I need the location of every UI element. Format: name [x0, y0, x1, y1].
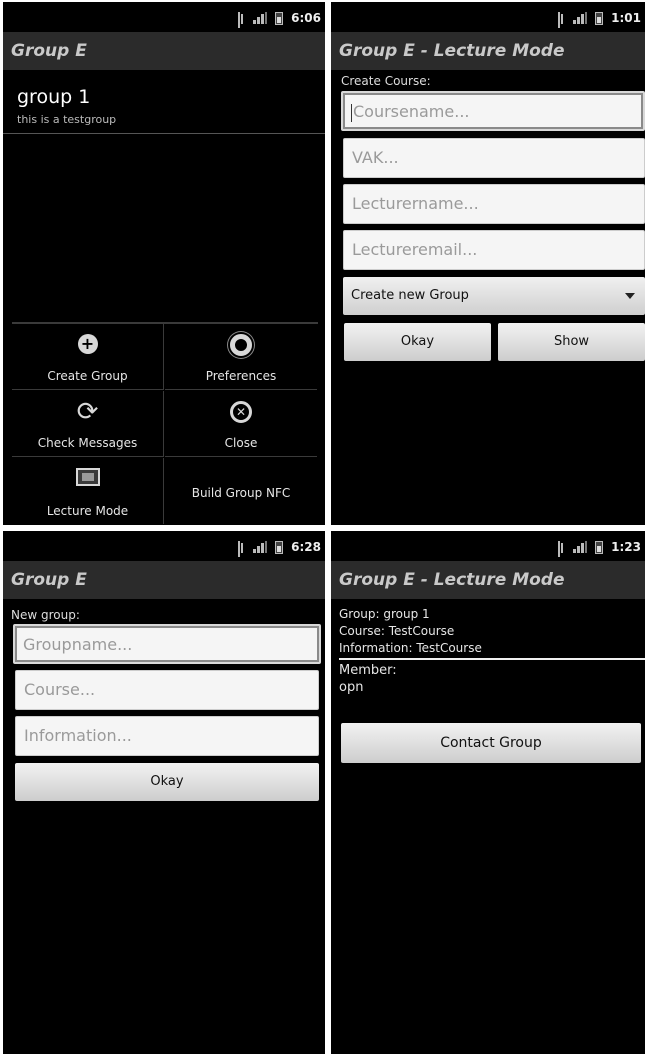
lectureremail-input[interactable]: Lectureremail... — [343, 230, 645, 270]
close-circle-icon: ✕ — [230, 401, 252, 423]
menu-item-label: Close — [224, 436, 258, 450]
okay-button[interactable]: Okay — [344, 323, 491, 361]
section-label: New group: — [11, 608, 80, 622]
app-title: Group E — [11, 570, 87, 590]
battery-icon — [275, 11, 284, 25]
group-info: Group: group 1 — [339, 607, 430, 621]
contact-group-button[interactable]: Contact Group — [341, 723, 641, 763]
groupname-input[interactable]: Groupname... — [13, 624, 321, 664]
usb-icon — [557, 12, 565, 24]
group-select[interactable]: Create new Group — [343, 277, 645, 315]
menu-item-label: Build Group NFC — [191, 486, 291, 500]
information-info: Information: TestCourse — [339, 641, 482, 655]
vak-input[interactable]: VAK... — [343, 138, 645, 178]
dropdown-arrow-icon — [625, 293, 635, 299]
menu-item-close[interactable]: ✕ Close — [165, 391, 317, 457]
signal-icon — [253, 541, 268, 553]
picture-icon — [75, 468, 100, 486]
battery-icon — [595, 11, 604, 25]
status-bar: 6:28 — [3, 531, 325, 559]
usb-icon — [557, 541, 565, 553]
gear-icon — [230, 334, 252, 356]
group-select-value: Create new Group — [351, 288, 469, 303]
app-title: Group E - Lecture Mode — [339, 41, 565, 61]
add-circle-icon: + — [77, 334, 98, 354]
menu-item-create-group[interactable]: + Create Group — [12, 324, 164, 390]
signal-icon — [573, 541, 588, 553]
screen-group-list: 6:06 Group E group 1 this is a testgroup… — [3, 2, 325, 525]
status-clock: 6:06 — [291, 11, 321, 25]
status-bar: 6:06 — [3, 2, 325, 30]
section-label: Create Course: — [341, 74, 431, 88]
status-bar: 1:23 — [331, 531, 645, 559]
screen-group-details: 1:23 Group E - Lecture Mode Group: group… — [331, 531, 645, 1054]
menu-item-label: Create Group — [47, 369, 128, 383]
group-name: group 1 — [17, 86, 91, 108]
okay-button[interactable]: Okay — [15, 763, 319, 801]
refresh-icon: ⟳ — [76, 397, 99, 427]
menu-item-build-group-nfc[interactable]: Build Group NFC — [165, 458, 317, 524]
status-clock: 1:23 — [611, 540, 641, 554]
title-bar: Group E — [3, 32, 325, 70]
lecturername-input[interactable]: Lecturername... — [343, 184, 645, 224]
app-title: Group E - Lecture Mode — [339, 570, 565, 590]
usb-icon — [237, 541, 245, 553]
screen-create-course: 1:01 Group E - Lecture Mode Create Cours… — [331, 2, 645, 525]
status-bar: 1:01 — [331, 2, 645, 30]
status-clock: 6:28 — [291, 540, 321, 554]
signal-icon — [253, 12, 268, 24]
menu-item-label: Lecture Mode — [46, 504, 129, 518]
member-value: opn — [339, 680, 364, 695]
title-bar: Group E - Lecture Mode — [331, 561, 645, 599]
group-list-item[interactable]: group 1 this is a testgroup — [3, 78, 325, 134]
coursename-input[interactable]: Coursename... — [341, 91, 645, 131]
title-bar: Group E - Lecture Mode — [331, 32, 645, 70]
group-description: this is a testgroup — [17, 113, 117, 126]
status-clock: 1:01 — [611, 11, 641, 25]
menu-item-label: Preferences — [205, 369, 277, 383]
course-info: Course: TestCourse — [339, 624, 455, 638]
battery-icon — [595, 540, 604, 554]
divider — [339, 658, 645, 660]
signal-icon — [573, 12, 588, 24]
title-bar: Group E — [3, 561, 325, 599]
information-input[interactable]: Information... — [15, 716, 319, 756]
course-input[interactable]: Course... — [15, 670, 319, 710]
menu-item-preferences[interactable]: Preferences — [165, 324, 317, 390]
menu-item-check-messages[interactable]: ⟳ Check Messages — [12, 391, 164, 457]
options-menu: + Create Group Preferences ⟳ Check Messa… — [12, 322, 318, 524]
battery-icon — [275, 540, 284, 554]
menu-item-lecture-mode[interactable]: Lecture Mode — [12, 458, 164, 524]
screen-new-group: 6:28 Group E New group: Groupname... Cou… — [3, 531, 325, 1054]
usb-icon — [237, 12, 245, 24]
member-label: Member: — [339, 663, 397, 678]
menu-item-label: Check Messages — [37, 436, 138, 450]
show-button[interactable]: Show — [498, 323, 645, 361]
app-title: Group E — [11, 41, 87, 61]
